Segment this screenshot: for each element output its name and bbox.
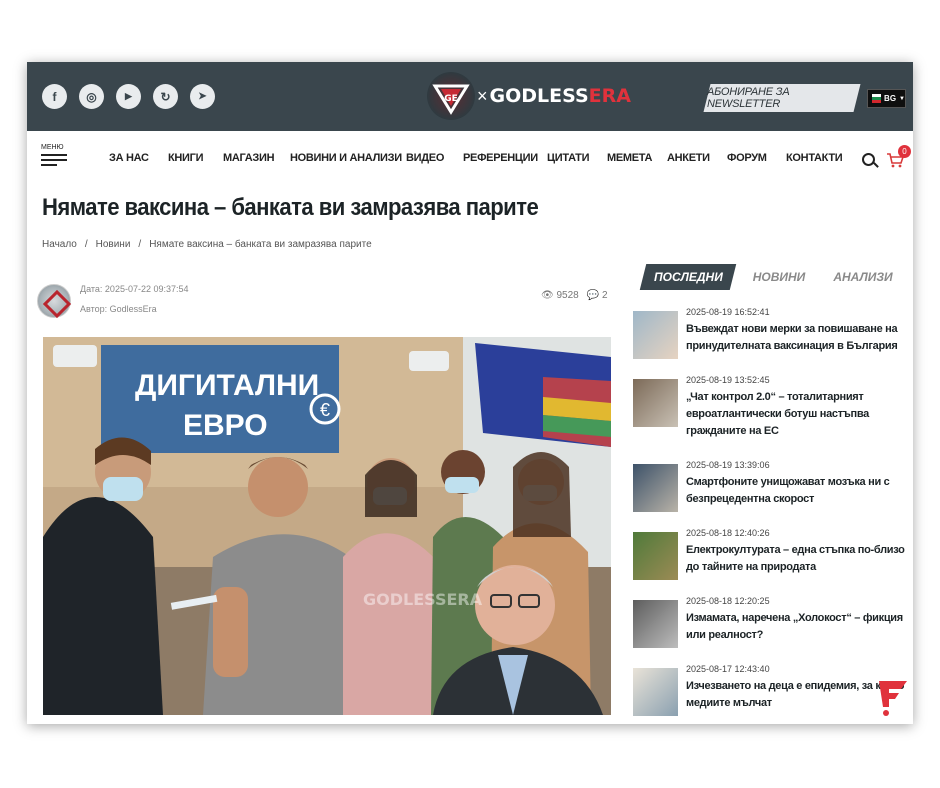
newsletter-subscribe-button[interactable]: АБОНИРАНЕ ЗА NEWSLETTER — [703, 84, 861, 112]
main-navigation: МЕНЮ ЗА НАС КНИГИ МАГАЗИН НОВИНИ И АНАЛИ… — [27, 131, 913, 191]
list-item-title[interactable]: Електрокултурата – една стъпка по-близо … — [686, 542, 908, 576]
list-item-time: 2025-08-19 13:39:06 — [686, 460, 770, 470]
article-date: Дата: 2025-07-22 09:37:54 — [80, 284, 189, 294]
list-item[interactable]: 2025-08-19 13:52:45 „Чат контрол 2.0“ – … — [633, 375, 913, 437]
list-item[interactable]: 2025-08-18 12:20:25 Измамата, наречена „… — [633, 596, 913, 656]
article-thumbnail — [633, 311, 678, 359]
nav-item-books[interactable]: КНИГИ — [168, 152, 204, 164]
article-hero-image: ДИГИТАЛНИ ЕВРО € GODLESSERA — [43, 337, 611, 715]
article-stats: 👁 9528 💬 2 — [541, 290, 608, 301]
sidebar-tabs: ПОСЛЕДНИ НОВИНИ АНАЛИЗИ — [637, 264, 913, 290]
nav-item-memes[interactable]: МЕМЕТА — [607, 152, 652, 164]
tab-news[interactable]: НОВИНИ — [749, 264, 809, 290]
site-logo[interactable]: GE × GODLESSERA — [427, 72, 631, 120]
refresh-icon[interactable]: ↻ — [153, 84, 178, 109]
telegram-glyph: ➤ — [198, 91, 207, 102]
list-item-title[interactable]: Изчезването на деца е епидемия, за която… — [686, 678, 908, 712]
telegram-icon[interactable]: ➤ — [190, 84, 215, 109]
views-value: 9528 — [556, 290, 579, 301]
comments-value: 2 — [601, 290, 608, 301]
article-thumbnail — [633, 379, 678, 427]
hero-watermark: GODLESSERA — [363, 590, 483, 609]
tab-latest[interactable]: ПОСЛЕДНИ — [639, 264, 737, 290]
refresh-glyph: ↻ — [160, 89, 171, 104]
site-header: f ◎ ▶ ↻ ➤ GE × GODLESSERA АБОНИРАНЕ ЗА N… — [27, 62, 913, 131]
nav-item-news[interactable]: НОВИНИ И АНАЛИЗИ — [290, 152, 402, 164]
logo-wordmark: GODLESSERA — [490, 85, 631, 107]
breadcrumb-home[interactable]: Начало — [42, 239, 77, 250]
svg-text:GE: GE — [444, 94, 458, 104]
article-author[interactable]: Автор: GodlessEra — [80, 304, 157, 314]
newsletter-label: АБОНИРАНЕ ЗА NEWSLETTER — [707, 86, 790, 110]
facebook-icon[interactable]: f — [42, 84, 67, 109]
hero-sign-line2: ЕВРО — [183, 409, 268, 442]
logo-emblem-icon: GE — [427, 72, 475, 120]
hero-sign-line1: ДИГИТАЛНИ — [135, 369, 319, 402]
article-thumbnail — [633, 600, 678, 648]
nav-item-contacts[interactable]: КОНТАКТИ — [786, 152, 843, 164]
browser-page: f ◎ ▶ ↻ ➤ GE × GODLESSERA АБОНИРАНЕ ЗА N… — [27, 62, 913, 724]
list-item-time: 2025-08-18 12:40:26 — [686, 528, 770, 538]
nav-item-polls[interactable]: АНКЕТИ — [667, 152, 710, 164]
youtube-glyph: ▶ — [125, 91, 132, 101]
nav-item-about[interactable]: ЗА НАС — [109, 152, 149, 164]
list-item-time: 2025-08-19 16:52:41 — [686, 307, 770, 317]
author-avatar[interactable] — [37, 284, 71, 318]
youtube-icon[interactable]: ▶ — [116, 84, 141, 109]
search-icon[interactable] — [862, 153, 875, 166]
chevron-down-icon: ▼ — [899, 95, 905, 102]
hero-illustration: ДИГИТАЛНИ ЕВРО € GODLESSERA — [43, 337, 611, 715]
facebook-glyph: f — [52, 89, 57, 104]
nav-item-references[interactable]: РЕФЕРЕНЦИИ — [463, 152, 538, 164]
nav-item-quotes[interactable]: ЦИТАТИ — [547, 152, 590, 164]
list-item-title[interactable]: Смартфоните унищожават мозъка ни с безпр… — [686, 474, 908, 508]
cart-count-badge: 0 — [898, 145, 911, 158]
article-thumbnail — [633, 668, 678, 716]
article-title: Нямате ваксина – банката ви замразява па… — [42, 194, 539, 221]
list-item[interactable]: 2025-08-18 12:40:26 Електрокултурата – е… — [633, 528, 913, 588]
nav-item-forum[interactable]: ФОРУМ — [727, 152, 767, 164]
list-item-time: 2025-08-18 12:20:25 — [686, 596, 770, 606]
list-item-title[interactable]: „Чат контрол 2.0“ – тоталитарният евроат… — [686, 389, 908, 440]
menu-label: МЕНЮ — [41, 144, 64, 151]
article-thumbnail — [633, 532, 678, 580]
breadcrumb: Начало / Новини / Нямате ваксина – банка… — [42, 239, 372, 250]
breadcrumb-separator: / — [84, 239, 88, 250]
comment-icon: 💬 — [586, 290, 600, 301]
breadcrumb-news[interactable]: Новини — [96, 239, 131, 250]
tab-latest-label: ПОСЛЕДНИ — [653, 270, 723, 284]
nav-item-shop[interactable]: МАГАЗИН — [223, 152, 275, 164]
hamburger-icon — [41, 154, 67, 156]
list-item[interactable]: 2025-08-19 16:52:41 Въвеждат нови мерки … — [633, 307, 913, 367]
logo-word-accent: ERA — [588, 85, 631, 107]
views-count: 👁 9528 — [541, 290, 579, 301]
instagram-glyph: ◎ — [86, 89, 97, 104]
logo-separator: × — [477, 85, 488, 106]
language-selector[interactable]: BG ▼ — [867, 89, 906, 108]
logo-word-main: GODLESS — [489, 85, 589, 107]
eye-icon: 👁 — [541, 290, 554, 301]
breadcrumb-separator: / — [138, 239, 142, 250]
nav-item-video[interactable]: ВИДЕО — [406, 152, 444, 164]
list-item-title[interactable]: Измамата, наречена „Холокост“ – фикция и… — [686, 610, 908, 644]
instagram-icon[interactable]: ◎ — [79, 84, 104, 109]
article-thumbnail — [633, 464, 678, 512]
bulgaria-flag-icon — [872, 94, 882, 103]
brand-mark-icon — [879, 681, 907, 716]
tab-analyses[interactable]: АНАЛИЗИ — [833, 264, 893, 290]
list-item[interactable]: 2025-08-19 13:39:06 Смартфоните унищожав… — [633, 460, 913, 520]
list-item[interactable]: 2025-08-17 12:43:40 Изчезването на деца … — [633, 664, 913, 724]
menu-button[interactable]: МЕНЮ — [41, 144, 67, 169]
language-code: BG — [884, 94, 897, 103]
list-item-title[interactable]: Въвеждат нови мерки за повишаване на при… — [686, 321, 908, 355]
list-item-time: 2025-08-17 12:43:40 — [686, 664, 770, 674]
breadcrumb-current: Нямате ваксина – банката ви замразява па… — [149, 239, 372, 250]
euro-symbol: € — [320, 400, 330, 420]
comments-count[interactable]: 💬 2 — [587, 290, 608, 301]
list-item-time: 2025-08-19 13:52:45 — [686, 375, 770, 385]
